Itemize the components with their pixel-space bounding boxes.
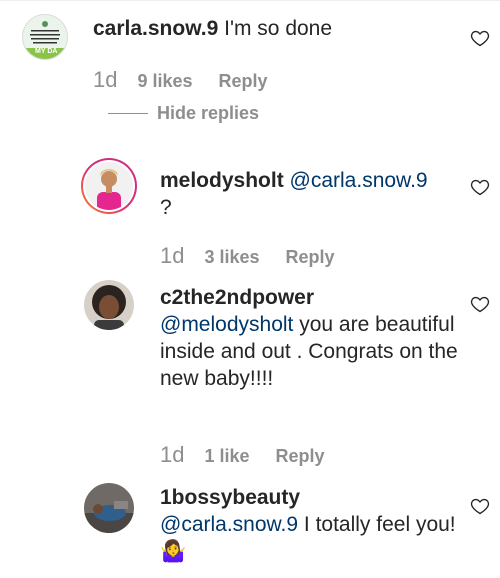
reply-button[interactable]: Reply (286, 247, 335, 268)
avatar-carla-snow-9[interactable]: MY DA (22, 14, 68, 60)
comment-text: I'm so done (218, 17, 333, 40)
username[interactable]: melodysholt (160, 169, 284, 192)
heart-outline-icon[interactable] (470, 496, 490, 516)
username[interactable]: c2the2ndpower (160, 286, 314, 309)
avatar-c2the2ndpower[interactable] (84, 280, 134, 330)
likes-count[interactable]: 9 likes (137, 71, 192, 92)
avatar-graphic (84, 280, 134, 330)
comment-carla-snow-9: MY DA carla.snow.9 I'm so done 1d 9 like… (0, 0, 500, 100)
hide-replies-line (108, 113, 148, 114)
comment-1bossybeauty: 1bossybeauty @carla.snow.9 I totally fee… (0, 475, 500, 578)
comment-text: ? (160, 196, 172, 219)
avatar-logo-text: MY DA (35, 48, 58, 55)
comment-time[interactable]: 1d (160, 243, 184, 269)
avatar-1bossybeauty[interactable] (84, 483, 134, 533)
username[interactable]: 1bossybeauty (160, 486, 300, 509)
mention-link[interactable]: @melodysholt (160, 313, 293, 336)
avatar-melodysholt[interactable] (80, 157, 138, 215)
heart-outline-icon[interactable] (470, 294, 490, 314)
comment-melodysholt: melodysholt @carla.snow.9 ? 1d 3 likes R… (0, 150, 500, 270)
hide-replies-button[interactable]: Hide replies (108, 103, 259, 124)
avatar-graphic (81, 158, 137, 214)
hide-replies-label: Hide replies (157, 103, 260, 123)
comment-time[interactable]: 1d (93, 67, 117, 93)
woman-shrugging-emoji: 🤷‍♀️ (160, 540, 187, 563)
reply-button[interactable]: Reply (276, 446, 325, 467)
likes-count[interactable]: 3 likes (204, 247, 259, 268)
comment-time[interactable]: 1d (160, 442, 184, 468)
reply-button[interactable]: Reply (219, 71, 268, 92)
comment-c2the2ndpower: c2the2ndpower @melodysholt you are beaut… (0, 270, 500, 475)
username[interactable]: carla.snow.9 (93, 17, 218, 40)
comment-text: I totally feel you! (298, 513, 456, 536)
mention-link[interactable]: @carla.snow.9 (160, 513, 298, 536)
avatar-graphic (84, 483, 134, 533)
heart-outline-icon[interactable] (470, 177, 490, 197)
likes-count[interactable]: 1 like (204, 446, 249, 467)
mention-link[interactable]: @carla.snow.9 (290, 169, 428, 192)
heart-outline-icon[interactable] (470, 28, 490, 48)
